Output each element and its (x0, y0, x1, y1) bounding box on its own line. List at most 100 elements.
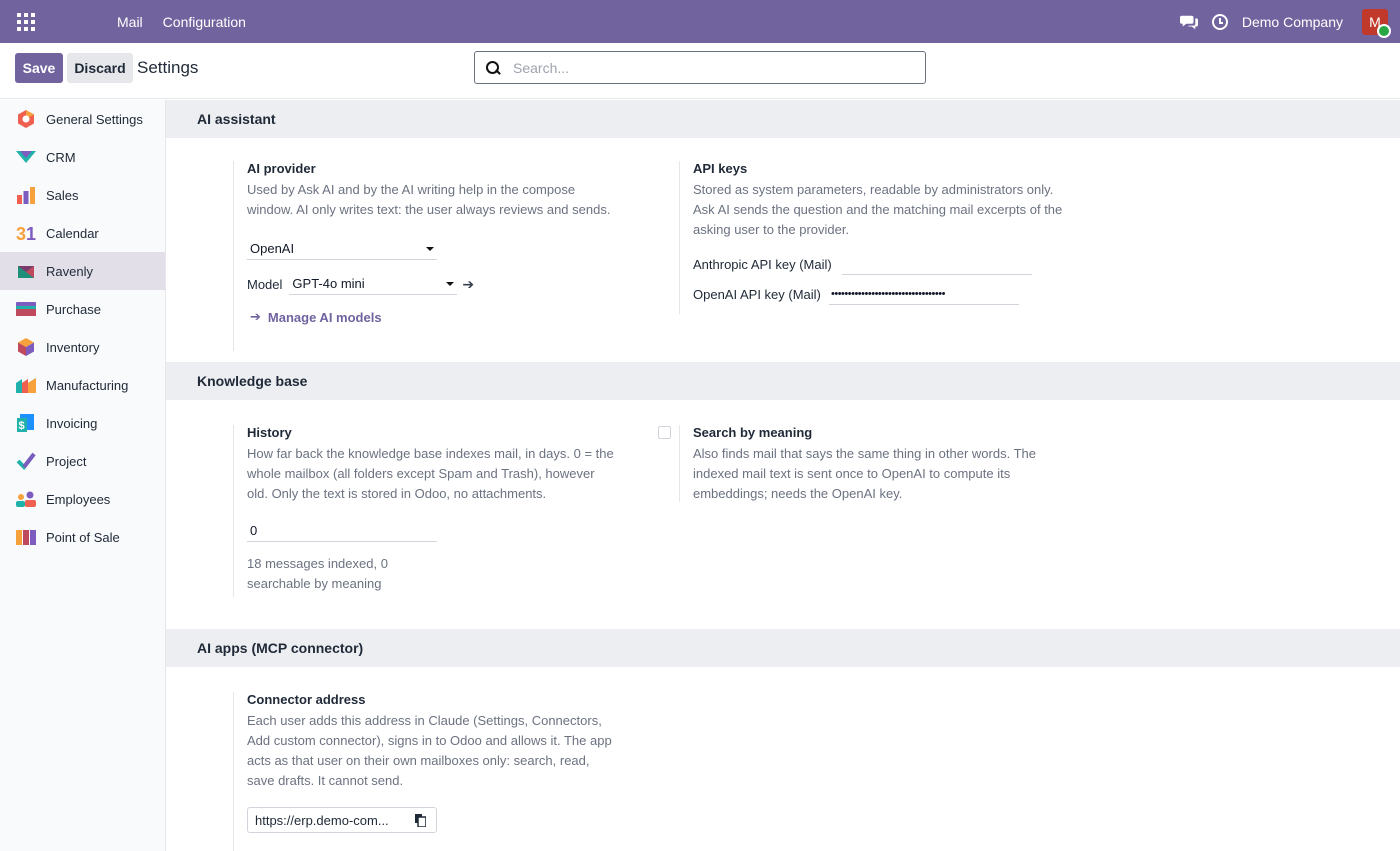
apps-grid-icon[interactable] (17, 12, 35, 31)
manage-ai-models-link[interactable]: ➔ Manage AI models (250, 309, 613, 325)
connector-address-field[interactable]: https://erp.demo-com... (247, 807, 437, 833)
sidebar-item-point-of-sale[interactable]: Point of Sale (0, 518, 165, 556)
purchase-icon (16, 299, 36, 319)
sidebar-item-purchase[interactable]: Purchase (0, 290, 165, 328)
control-panel: Save Discard Settings (0, 43, 1400, 99)
setting-api-keys: API keys Stored as system parameters, re… (679, 161, 1074, 314)
arrow-right-icon[interactable]: ➔ (462, 276, 474, 293)
setting-description: Each user adds this address in Claude (S… (247, 713, 612, 788)
sidebar-item-label: Sales (46, 187, 79, 203)
setting-title: History (247, 425, 292, 440)
search-box[interactable] (474, 51, 926, 84)
menu-item-mail[interactable]: Mail (117, 14, 143, 30)
search-by-meaning-checkbox[interactable] (658, 426, 671, 439)
setting-title: AI provider (247, 161, 316, 176)
sidebar-item-manufacturing[interactable]: Manufacturing (0, 366, 165, 404)
sidebar-item-ravenly[interactable]: Ravenly (0, 252, 165, 290)
company-switcher[interactable]: Demo Company (1242, 14, 1343, 30)
employees-icon (16, 489, 36, 509)
setting-title: Search by meaning (693, 425, 813, 440)
sidebar-item-employees[interactable]: Employees (0, 480, 165, 518)
user-avatar[interactable]: M (1362, 8, 1391, 38)
sidebar-item-label: Point of Sale (46, 529, 120, 545)
anthropic-key-label: Anthropic API key (Mail) (693, 256, 832, 272)
settings-content: AI assistant AI provider Used by Ask AI … (166, 100, 1400, 851)
model-label: Model (247, 276, 283, 292)
chat-icon[interactable] (1179, 13, 1198, 31)
project-icon (16, 451, 36, 471)
openai-key-label: OpenAI API key (Mail) (693, 286, 821, 302)
sidebar-item-label: Invoicing (46, 415, 98, 431)
setting-title: API keys (693, 161, 748, 176)
page-title: Settings (137, 58, 199, 77)
ai-model-select[interactable]: GPT-4o mini (289, 273, 458, 295)
anthropic-key-row: Anthropic API key (Mail) (693, 253, 1074, 275)
anthropic-key-input[interactable] (842, 253, 1032, 275)
setting-description: Stored as system parameters, readable by… (693, 182, 1063, 237)
ai-model-value: GPT-4o mini (292, 276, 365, 291)
settings-sidebar: General Settings CRM Sales 31 Calendar R… (0, 100, 166, 851)
copy-icon[interactable] (415, 814, 426, 827)
sidebar-item-label: CRM (46, 149, 76, 165)
caret-down-icon (446, 282, 455, 286)
svg-text:3: 3 (16, 224, 26, 243)
sidebar-item-label: Project (46, 453, 87, 469)
sidebar-item-general-settings[interactable]: General Settings (0, 100, 165, 138)
svg-text:$: $ (19, 420, 25, 432)
manage-ai-models-label: Manage AI models (267, 309, 382, 325)
openai-key-input[interactable]: •••••••••••••••••••••••••••••••••• (829, 283, 1019, 305)
section-header-mcp: AI apps (MCP connector) (166, 629, 1400, 667)
section-header-knowledge-base: Knowledge base (166, 362, 1400, 400)
inventory-icon (16, 337, 36, 357)
sidebar-item-label: Purchase (46, 301, 101, 317)
caret-down-icon (426, 247, 434, 251)
main-menu: Mail Configuration (117, 14, 246, 30)
svg-text:1: 1 (26, 224, 36, 243)
history-days-input[interactable]: 0 (247, 520, 437, 542)
discard-button[interactable]: Discard (67, 53, 133, 83)
menu-item-configuration[interactable]: Configuration (163, 14, 246, 30)
manufacturing-icon (16, 375, 36, 395)
sidebar-item-crm[interactable]: CRM (0, 138, 165, 176)
sidebar-item-label: Ravenly (46, 263, 93, 279)
top-navbar: Mail Configuration Demo Company M (0, 0, 1400, 43)
section-header-ai-assistant: AI assistant (166, 100, 1400, 138)
sidebar-item-invoicing[interactable]: $ Invoicing (0, 404, 165, 442)
crm-icon (16, 147, 36, 167)
calendar-icon: 31 (16, 223, 36, 243)
save-button[interactable]: Save (15, 53, 63, 83)
sidebar-item-project[interactable]: Project (0, 442, 165, 480)
invoicing-icon: $ (16, 413, 36, 433)
index-status: 18 messages indexed, 0 searchable by mea… (247, 556, 388, 591)
section-mcp: Connector address Each user adds this ad… (166, 667, 1400, 851)
setting-connector-address: Connector address Each user adds this ad… (233, 692, 618, 851)
sidebar-item-sales[interactable]: Sales (0, 176, 165, 214)
sidebar-item-label: General Settings (46, 111, 143, 127)
sidebar-item-label: Manufacturing (46, 377, 129, 393)
sidebar-item-label: Calendar (46, 225, 99, 241)
model-row: Model GPT-4o mini ➔ (247, 273, 613, 295)
arrow-right-icon: ➔ (250, 309, 261, 324)
avatar-letter: M (1369, 13, 1381, 30)
setting-history: History How far back the knowledge base … (233, 425, 618, 597)
setting-ai-provider: AI provider Used by Ask AI and by the AI… (233, 161, 613, 351)
ai-provider-select[interactable]: OpenAI (247, 238, 437, 260)
setting-description: How far back the knowledge base indexes … (247, 446, 614, 501)
point-of-sale-icon (16, 527, 36, 547)
openai-key-row: OpenAI API key (Mail) ••••••••••••••••••… (693, 283, 1074, 305)
setting-search-by-meaning: Search by meaning Also finds mail that s… (679, 425, 1074, 502)
search-icon (486, 60, 500, 75)
sidebar-item-inventory[interactable]: Inventory (0, 328, 165, 366)
sales-icon (16, 185, 36, 205)
setting-description: Used by Ask AI and by the AI writing hel… (247, 182, 611, 217)
ravenly-icon (16, 261, 36, 281)
activity-clock-icon[interactable] (1211, 13, 1228, 30)
section-ai-assistant: AI provider Used by Ask AI and by the AI… (166, 138, 1400, 362)
connector-address-value: https://erp.demo-com... (255, 812, 389, 828)
sidebar-item-calendar[interactable]: 31 Calendar (0, 214, 165, 252)
section-knowledge-base: History How far back the knowledge base … (166, 400, 1400, 629)
navbar-systray: Demo Company M (1179, 0, 1391, 43)
setting-title: Connector address (247, 692, 366, 707)
general-settings-icon (16, 109, 36, 129)
search-input[interactable] (513, 59, 893, 76)
